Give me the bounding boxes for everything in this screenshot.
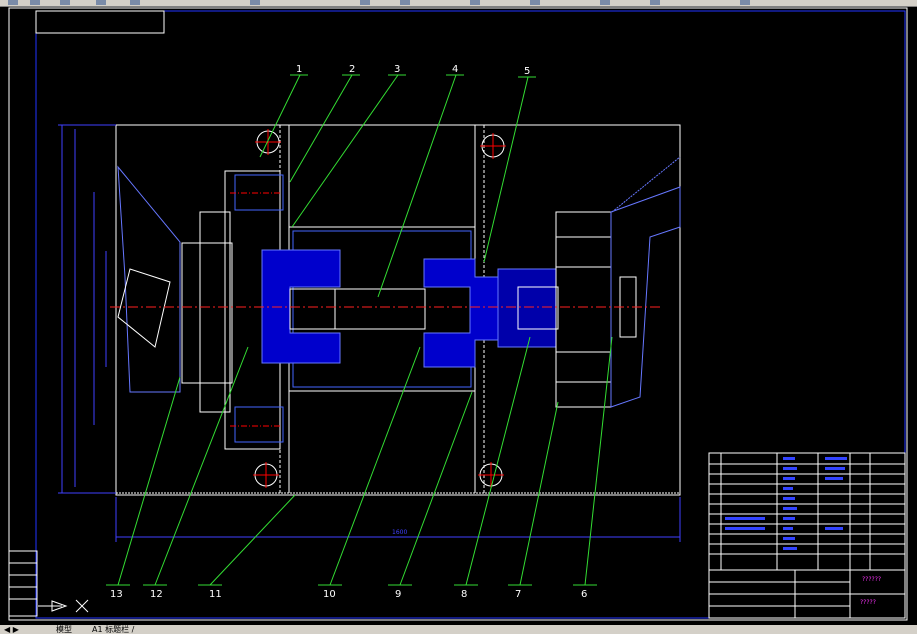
base-frame (115, 124, 681, 496)
dimension-left (58, 124, 116, 494)
toolbar-button[interactable] (250, 0, 260, 5)
toolbar-button[interactable] (130, 0, 140, 5)
leader-2 (289, 74, 353, 183)
balloon-3: 3 (394, 64, 400, 75)
balloon-13: 13 (110, 589, 123, 600)
right-motor (555, 211, 612, 408)
leader-8 (465, 336, 531, 586)
hub-right (423, 258, 499, 368)
toolbar-button[interactable] (400, 0, 410, 5)
leader-6 (584, 336, 613, 586)
toolbar-button[interactable] (96, 0, 106, 5)
sheet-border (8, 7, 908, 621)
toolbar-button[interactable] (360, 0, 370, 5)
leader-13 (117, 376, 181, 586)
toolbar-button[interactable] (530, 0, 540, 5)
balloon-1: 1 (296, 64, 302, 75)
leader-10 (329, 346, 421, 586)
bearing-right (497, 268, 557, 348)
bolt-hole (253, 462, 279, 488)
toolbar-button[interactable] (470, 0, 480, 5)
balloon-2: 2 (349, 64, 355, 75)
coupling-left (117, 268, 171, 348)
toolbar-button[interactable] (8, 0, 18, 5)
nav-arrows-icon[interactable]: ◀ ▶ (4, 625, 19, 634)
balloon-5: 5 (524, 66, 530, 77)
balloon-10: 10 (323, 589, 336, 600)
bolt-hole (255, 129, 281, 155)
tab-model[interactable]: 模型 (56, 625, 72, 634)
leader-9 (399, 391, 473, 586)
leader-5 (483, 76, 529, 263)
balloon-9: 9 (395, 589, 401, 600)
balloon-4: 4 (452, 64, 458, 75)
title-block (708, 452, 906, 619)
balloon-6: 6 (581, 589, 587, 600)
toolbar-button[interactable] (600, 0, 610, 5)
balloon-11: 11 (209, 589, 222, 600)
bolt-hole (478, 462, 504, 488)
ucs-icon (38, 599, 89, 613)
balloon-7: 7 (515, 589, 521, 600)
left-housing-bottom (234, 406, 284, 443)
tab-layout[interactable]: A1 标题栏 / (92, 625, 134, 634)
corner-label-box (35, 10, 165, 34)
toolbar-button[interactable] (30, 0, 40, 5)
leader-11 (209, 494, 296, 586)
balloon-12: 12 (150, 589, 163, 600)
leader-1 (259, 74, 301, 158)
toolbar-button[interactable] (740, 0, 750, 5)
balloon-8: 8 (461, 589, 467, 600)
toolbar-button[interactable] (650, 0, 660, 5)
shaft (334, 288, 426, 330)
overall-width-dim: 1600 (392, 529, 407, 536)
chute-right (611, 156, 681, 213)
cad-toolbar (0, 0, 917, 7)
toolbar-button[interactable] (60, 0, 70, 5)
hopper-right (610, 186, 681, 408)
shaft-left (289, 288, 336, 330)
layout-tabs: ◀ ▶ 模型 A1 标题栏 / (0, 625, 917, 634)
drawing-canvas[interactable]: 1600 1 2 3 4 5 13 12 11 10 9 8 7 6 ?????… (0, 7, 917, 625)
title-block-sub: ????? (860, 599, 876, 606)
title-block-name: ?????? (862, 576, 881, 583)
left-legend (8, 550, 38, 617)
